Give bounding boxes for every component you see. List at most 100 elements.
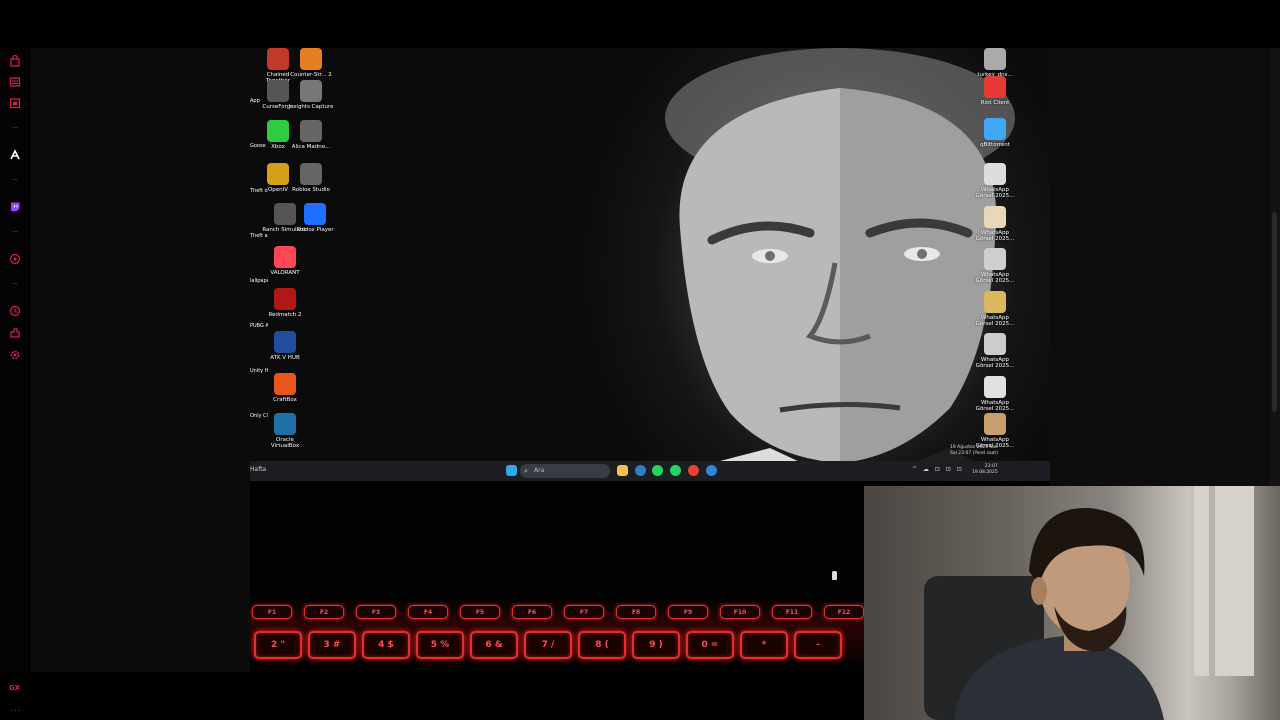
desktop-icon-label-cut[interactable]: Theft ato V <box>250 233 268 239</box>
taskbar-clock[interactable]: 23:07 19.08.2025 <box>972 464 998 476</box>
desktop-icon[interactable]: Oracle VirtualBox <box>262 413 308 449</box>
webcam-overlay <box>864 486 1280 720</box>
settings-gear-icon[interactable] <box>8 348 22 362</box>
keyboard-key: * <box>740 631 788 659</box>
keyboard-key: F7 <box>564 605 604 619</box>
desktop-icon[interactable]: WhatsApp Görsel 2025... <box>972 291 1018 327</box>
mail-icon[interactable] <box>635 465 646 476</box>
desktop-icon-label: WhatsApp Görsel 2025... <box>975 400 1015 412</box>
extensions-icon[interactable] <box>8 326 22 340</box>
taskbar-weather-label[interactable]: Hafta <box>250 466 266 473</box>
gx-badge[interactable]: GX <box>9 684 20 692</box>
scrollbar-thumb[interactable] <box>1272 212 1277 412</box>
desktop-icon[interactable]: WhatsApp Görsel 2025... <box>972 333 1018 369</box>
edge-icon[interactable] <box>706 465 717 476</box>
left-letterbox <box>32 48 250 672</box>
desktop-icon-label-cut[interactable]: Unity Hub <box>250 368 268 374</box>
desktop-icon[interactable]: WhatsApp Görsel 2025... <box>972 163 1018 199</box>
keyboard-key: F6 <box>512 605 552 619</box>
desktop-icon[interactable]: Counter-Str... 2 <box>288 48 334 78</box>
keyboard-key: - <box>794 631 842 659</box>
desktop-icon-icon <box>984 248 1006 270</box>
chrome-icon[interactable] <box>688 465 699 476</box>
player-icon[interactable] <box>8 252 22 266</box>
desktop-icon-label-cut[interactable]: lallpaper Engine <box>250 278 268 284</box>
desktop-icon-label-cut[interactable]: Theft o IV <box>250 188 268 194</box>
spotify-icon[interactable] <box>652 465 663 476</box>
desktop-icon-icon <box>267 120 289 142</box>
desktop-icon-label: WhatsApp Görsel 2025... <box>975 272 1015 284</box>
more-icon[interactable]: ... <box>10 704 22 714</box>
desktop-icon[interactable]: ATK V HUB <box>262 331 308 361</box>
desktop-icon[interactable]: VALORANT <box>262 246 308 276</box>
browser-sidebar: GX ... <box>0 48 32 714</box>
desktop-icon[interactable]: WhatsApp Görsel 2025... <box>972 248 1018 284</box>
desktop-icon[interactable]: WhatsApp Görsel 2025... <box>972 206 1018 242</box>
desktop-icon-icon <box>984 376 1006 398</box>
divider <box>12 127 18 128</box>
desktop-icon-icon <box>300 120 322 142</box>
desktop-icon[interactable]: WhatsApp Görsel 2025... <box>972 376 1018 412</box>
keyboard-key: F8 <box>616 605 656 619</box>
desktop-icon-label-cut[interactable]: App <box>250 98 268 104</box>
desktop-icon[interactable]: CraftBox <box>262 373 308 403</box>
desktop-icon-label: WhatsApp Görsel 2025... <box>975 230 1015 242</box>
taskbar-search[interactable]: ⌕ Ara <box>520 464 610 478</box>
calendar-icon[interactable] <box>8 96 22 110</box>
keyboard-key: 8 ( <box>578 631 626 659</box>
keyboard-key: F3 <box>356 605 396 619</box>
desktop-icon-icon <box>274 373 296 395</box>
keyboard-key: 5 % <box>416 631 464 659</box>
desktop-icon[interactable]: Roblox Studio <box>288 163 334 193</box>
keyboard-key: F12 <box>824 605 864 619</box>
system-tray[interactable]: ^ ☁ ⊡ ⊡ ⊡ <box>912 466 964 473</box>
desktop-icon-label: WhatsApp Görsel 2025... <box>975 315 1015 327</box>
desktop-icon-icon <box>984 206 1006 228</box>
desktop-icon-label-cut[interactable]: Goose <box>250 143 268 149</box>
desktop-icon[interactable]: Roblox Player <box>292 203 338 233</box>
taskbar: Hafta ⌕ Ara ^ ☁ ⊡ ⊡ ⊡ 23:07 19.08.2025 <box>250 461 1050 481</box>
desktop-icon-icon <box>267 80 289 102</box>
desktop-icon[interactable]: Redmatch 2 <box>262 288 308 318</box>
desktop-icon-label-cut[interactable]: PUBG ATTLEGR... <box>250 323 268 329</box>
search-icon: ⌕ <box>524 467 528 475</box>
desktop-icon[interactable]: turkey_dns... <box>972 48 1018 78</box>
desktop-icon-label-cut[interactable]: Only Climb Better To... <box>250 413 268 419</box>
desktop-icon-icon <box>984 118 1006 140</box>
keyboard-key: F10 <box>720 605 760 619</box>
desktop-icon-label: WhatsApp Görsel 2025... <box>975 187 1015 199</box>
start-icon[interactable] <box>506 465 517 476</box>
keyboard-key: 4 $ <box>362 631 410 659</box>
keyboard-key: F4 <box>408 605 448 619</box>
desktop-icon-icon <box>984 333 1006 355</box>
desktop-icon-label: Counter-Str... 2 <box>290 72 332 78</box>
desktop-icon-icon <box>267 48 289 70</box>
desktop-icon-label: WhatsApp Görsel 2025... <box>975 357 1015 369</box>
whatsapp-icon[interactable] <box>670 465 681 476</box>
tooltip-time: Sal 23:07 (Yerel saat) <box>950 451 998 456</box>
desktop-icon[interactable]: qBittorrent <box>972 118 1018 148</box>
desktop-icon[interactable]: Insights Capture <box>288 80 334 110</box>
clock-date: 19.08.2025 <box>972 470 998 475</box>
desktop-icon-icon <box>274 288 296 310</box>
desktop-icon-label: CraftBox <box>273 397 297 403</box>
desktop-icon-icon <box>300 163 322 185</box>
bag-icon[interactable] <box>8 54 22 68</box>
twitch-icon[interactable] <box>8 200 22 214</box>
desktop-icon[interactable]: Riot Client <box>972 76 1018 106</box>
desktop-icon-icon <box>274 246 296 268</box>
news-icon[interactable] <box>8 75 22 89</box>
keyboard-key: 6 & <box>470 631 518 659</box>
desktop-icon-icon <box>984 163 1006 185</box>
file-explorer-icon[interactable] <box>617 465 628 476</box>
desktop-icon-icon <box>984 291 1006 313</box>
aria-icon[interactable] <box>8 148 22 162</box>
desktop-icon-label: Alica Madno... <box>291 144 331 150</box>
desktop-icon[interactable]: Alica Madno... <box>288 120 334 150</box>
desktop-icon-label: Insights Capture <box>288 104 334 110</box>
history-icon[interactable] <box>8 304 22 318</box>
desktop-icon-icon <box>267 163 289 185</box>
stream-frame: GX ... Chained TogetherCur <box>0 0 1280 720</box>
desktop-icon-icon <box>300 80 322 102</box>
desktop-icon[interactable]: WhatsApp Görsel 2025... <box>972 413 1018 449</box>
